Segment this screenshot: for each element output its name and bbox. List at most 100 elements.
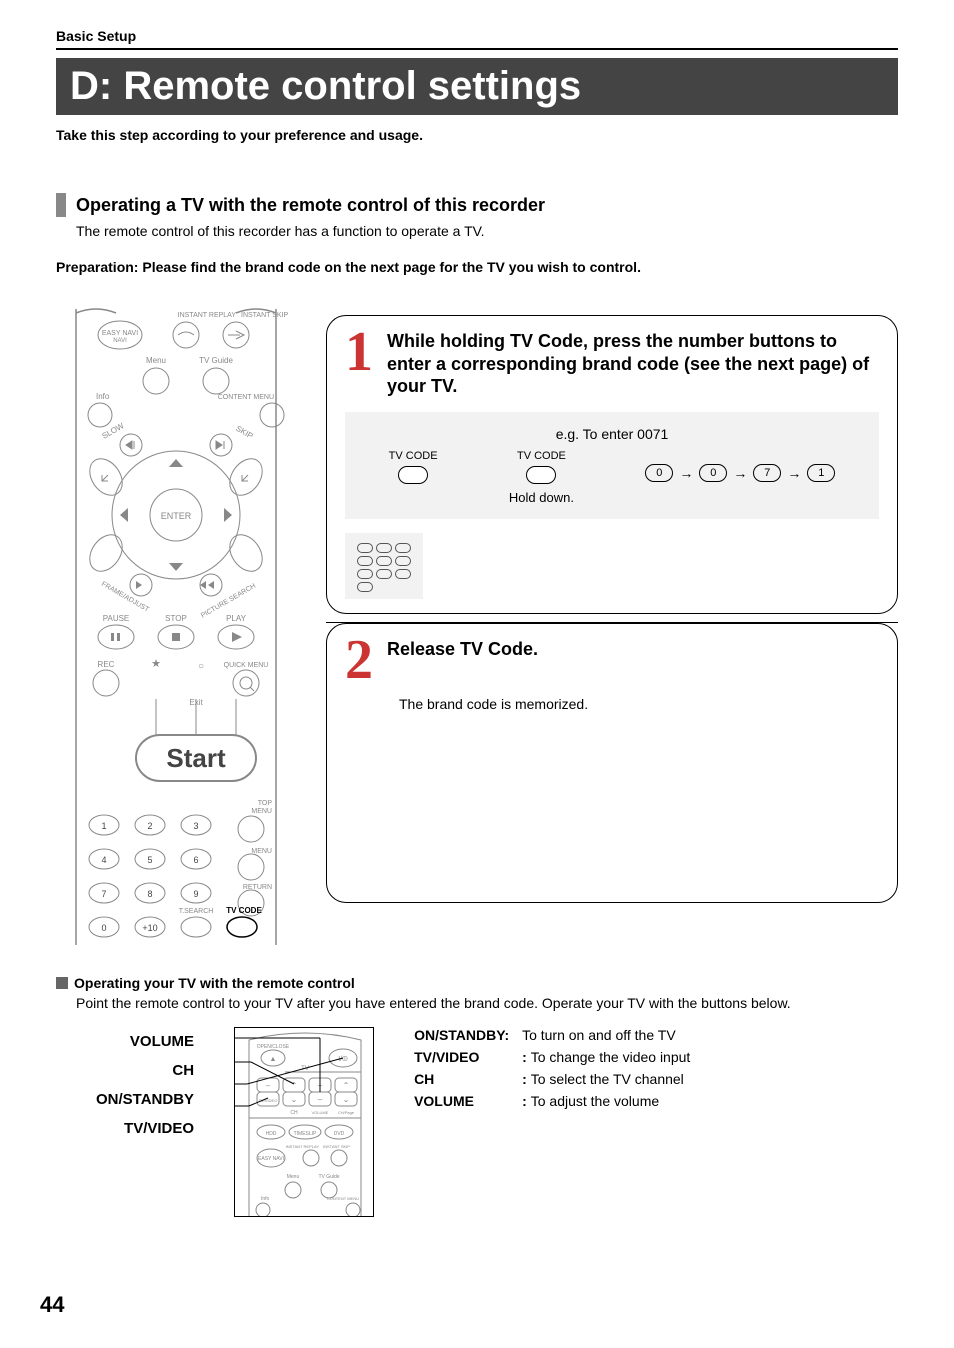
- preparation-text: Preparation: Please find the brand code …: [56, 259, 898, 275]
- svg-text:2: 2: [147, 821, 152, 831]
- svg-text:VOLUME: VOLUME: [312, 1110, 329, 1115]
- label-tsearch: T.SEARCH: [179, 908, 214, 915]
- button-enter: ENTER: [161, 511, 192, 521]
- svg-text:TV Guide: TV Guide: [319, 1174, 340, 1180]
- def-label: VOLUME: [414, 1093, 522, 1109]
- page-header: Basic Setup: [56, 28, 898, 50]
- def-row: VOLUME : To adjust the volume: [414, 1093, 690, 1109]
- label-instant-replay: INSTANT REPLAY: [178, 312, 237, 319]
- svg-text:9: 9: [193, 889, 198, 899]
- svg-text:★: ★: [151, 658, 161, 670]
- label-play: PLAY: [226, 614, 247, 623]
- def-text: To select the TV channel: [531, 1071, 684, 1087]
- remote-diagram: INSTANT REPLAY INSTANT SKIP EASY NAVI NA…: [56, 305, 296, 945]
- definitions: ON/STANDBY: To turn on and off the TV TV…: [414, 1027, 690, 1115]
- def-label: ON/STANDBY:: [414, 1027, 522, 1043]
- digit-pill: 0: [699, 464, 727, 482]
- digit-pill: 0: [645, 464, 673, 482]
- step-1-box: 1 While holding TV Code, press the numbe…: [326, 315, 898, 614]
- svg-text:EASY NAVI: EASY NAVI: [258, 1156, 284, 1162]
- main-content: INSTANT REPLAY INSTANT SKIP EASY NAVI NA…: [56, 305, 898, 945]
- svg-text:+10: +10: [142, 923, 157, 933]
- button-start: Start: [166, 743, 226, 773]
- label-info: Info: [96, 392, 110, 401]
- label-slow: SLOW: [101, 421, 126, 441]
- section-block-icon: [56, 193, 66, 217]
- intro-text: Take this step according to your prefere…: [56, 127, 898, 143]
- section-label: Basic Setup: [56, 28, 136, 44]
- section-heading-row: Operating a TV with the remote control o…: [56, 193, 898, 217]
- tvcode-left: TV CODE: [389, 450, 438, 484]
- tvcode-button-icon: [526, 466, 556, 484]
- op-subtext: Point the remote control to your TV afte…: [76, 995, 898, 1011]
- svg-text:5: 5: [147, 855, 152, 865]
- label-skip: SKIP: [234, 424, 254, 441]
- square-bullet-icon: [56, 977, 68, 989]
- callout-on-standby: ON/STANDBY: [96, 1091, 194, 1108]
- step-1-example: e.g. To enter 0071 TV CODE TV CODE Hold …: [345, 412, 879, 519]
- tvcode-hold: TV CODE Hold down.: [509, 450, 574, 505]
- svg-text:CH: CH: [290, 1110, 298, 1116]
- callout-volume: VOLUME: [130, 1033, 194, 1050]
- step-2-number: 2: [345, 638, 373, 683]
- svg-text:–: –: [318, 1095, 323, 1104]
- label-instant-skip: INSTANT SKIP: [241, 312, 289, 319]
- button-easy-navi: EASY NAVI: [102, 330, 138, 337]
- op-heading: Operating your TV with the remote contro…: [56, 975, 898, 991]
- label-pause: PAUSE: [103, 614, 130, 623]
- svg-text:3: 3: [193, 821, 198, 831]
- tvcode-button-icon: [398, 466, 428, 484]
- svg-text:⌄: ⌄: [343, 1095, 350, 1104]
- def-row: TV/VIDEO : To change the video input: [414, 1049, 690, 1065]
- def-label: TV/VIDEO: [414, 1049, 522, 1065]
- label-stop: STOP: [165, 614, 187, 623]
- svg-text:⌃: ⌃: [343, 1081, 350, 1090]
- svg-text:TIMESLIP: TIMESLIP: [294, 1131, 317, 1137]
- digit-pill: 1: [807, 464, 835, 482]
- svg-text:○: ○: [198, 661, 204, 672]
- svg-text:NAVI: NAVI: [113, 338, 127, 344]
- svg-text:⌄: ⌄: [291, 1095, 298, 1104]
- arrow-icon: →: [787, 465, 801, 481]
- svg-text:▲: ▲: [270, 1056, 277, 1063]
- step-2-body: The brand code is memorized.: [399, 696, 879, 712]
- label-menu: Menu: [146, 356, 166, 365]
- def-text: To adjust the volume: [531, 1093, 659, 1109]
- svg-text:INSTANT SKIP: INSTANT SKIP: [323, 1144, 350, 1149]
- def-text: To change the video input: [531, 1049, 691, 1065]
- section-subtext: The remote control of this recorder has …: [76, 223, 898, 239]
- page-title-bar: D: Remote control settings: [56, 58, 898, 115]
- svg-text:6: 6: [193, 855, 198, 865]
- op-callouts: VOLUME CH ON/STANDBY TV/VIDEO: [96, 1027, 194, 1137]
- label-quick-menu: QUICK MENU: [224, 662, 269, 669]
- label-rec: REC: [98, 660, 115, 669]
- svg-text:8: 8: [147, 889, 152, 899]
- def-row: CH : To select the TV channel: [414, 1071, 690, 1087]
- svg-text:–: –: [266, 1081, 271, 1090]
- svg-text:0: 0: [101, 923, 106, 933]
- def-text: To turn on and off the TV: [522, 1027, 676, 1043]
- svg-text:1: 1: [101, 821, 106, 831]
- svg-text:CH/Page: CH/Page: [338, 1110, 355, 1115]
- svg-text:TOP: TOP: [258, 800, 273, 807]
- def-label: CH: [414, 1071, 522, 1087]
- remote-top-diagram: OPEN/CLOSE ▲ I/⏼ TV – TV/VIDEO ⌃ ⌄ CH: [234, 1027, 374, 1217]
- digit-pill: 7: [753, 464, 781, 482]
- svg-text:4: 4: [101, 855, 106, 865]
- operating-your-tv-section: Operating your TV with the remote contro…: [56, 975, 898, 1217]
- keypad-mini-icon: [345, 533, 423, 599]
- label-frame-adjust: FRAME/ADJUST: [100, 581, 151, 614]
- label-tvcode: TV CODE: [226, 906, 262, 915]
- svg-text:RETURN: RETURN: [243, 884, 272, 891]
- svg-text:7: 7: [101, 889, 106, 899]
- op-row: VOLUME CH ON/STANDBY TV/VIDEO OPEN/CLOSE…: [56, 1027, 898, 1217]
- step-1-title: While holding TV Code, press the number …: [387, 330, 879, 398]
- step-2-title: Release TV Code.: [387, 638, 538, 661]
- svg-text:DVD: DVD: [334, 1131, 345, 1137]
- label-menu2: MENU: [251, 848, 272, 855]
- svg-text:OPEN/CLOSE: OPEN/CLOSE: [257, 1044, 290, 1050]
- steps-column: 1 While holding TV Code, press the numbe…: [326, 315, 898, 915]
- svg-text:INSTANT REPLAY: INSTANT REPLAY: [286, 1144, 320, 1149]
- label-content-menu: CONTENT MENU: [218, 394, 274, 401]
- svg-text:CONTENT MENU: CONTENT MENU: [327, 1196, 359, 1201]
